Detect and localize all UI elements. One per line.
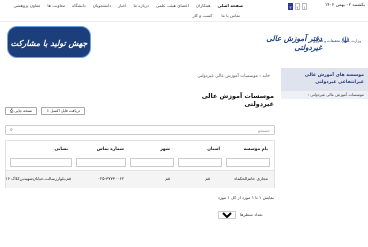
filter-phone[interactable]: [76, 158, 126, 167]
nav-home[interactable]: صفحه اصلی: [217, 3, 243, 8]
filter-name[interactable]: [226, 158, 270, 167]
cell-address: قم،بلوار‌رسالت،خیابان‌شهیدبن‌کلاک ۱۶: [5, 176, 71, 181]
nav-students[interactable]: دانشجویان: [93, 3, 111, 8]
search-placeholder: جستجو: [258, 128, 270, 133]
size-option-3[interactable]: ۳: [288, 3, 293, 10]
cell-province: قم: [205, 176, 210, 181]
page-size-control: تعداد سطرها ۱۰: [218, 210, 262, 219]
top-bar: یکشنبه ۰۲ بهمن ۱۴۰۲ ۳ ۲ ۱ صفحه اصلی همکا…: [0, 0, 368, 22]
current-date: یکشنبه ۰۲ بهمن ۱۴۰۲: [324, 3, 365, 8]
nav-faculty[interactable]: اعضای هیئت علمی: [156, 3, 189, 8]
font-size-switcher: ۳ ۲ ۱: [288, 3, 307, 10]
secondary-nav: تماس با ما کسب و کار: [193, 13, 240, 18]
sidebar-title[interactable]: موسسه های آموزش عالی غیرانتفاعی غیردولتی: [284, 72, 364, 86]
page-title: موسسات آموزش عالی غیردولتی: [201, 92, 274, 108]
paging-info: نمایش ۱ تا ۱ مورد از کل ۱ مورد: [217, 195, 274, 200]
size-option-2[interactable]: ۲: [295, 3, 300, 10]
filter-city[interactable]: [130, 158, 174, 167]
nav-contact[interactable]: تماس با ما: [221, 13, 240, 18]
header-province[interactable]: استان: [207, 147, 220, 152]
nav-business[interactable]: کسب و کار: [193, 13, 213, 18]
nav-about[interactable]: درباره ما: [133, 3, 148, 8]
institutes-table: نام موسسه استان شهر شماره تماس نشانی مجا…: [5, 140, 275, 188]
header-phone[interactable]: شماره تماس: [97, 147, 124, 152]
breadcrumb[interactable]: خانه › موسسات آموزش عالی غیردولتی: [190, 74, 270, 79]
nav-research[interactable]: معاون پژوهشی: [14, 3, 41, 8]
main-nav: صفحه اصلی همکاران اعضای هیئت علمی درباره…: [14, 3, 243, 8]
cell-phone: ۰۲۵-۳۷۷۳۰۰۶۲: [97, 176, 124, 181]
table-row[interactable]: مجازی خاتم‌الحکماء قم قم ۰۲۵-۳۷۷۳۰۰۶۲ قم…: [5, 170, 274, 188]
filter-province[interactable]: [178, 158, 222, 167]
nav-deputies[interactable]: معاونت ها: [47, 3, 65, 8]
filter-address[interactable]: [10, 158, 72, 167]
excel-download-button[interactable]: ⇩ دریافت فایل اکسل: [41, 107, 86, 115]
slogan-banner: جهش تولید با مشارکت مردم: [7, 26, 91, 80]
sidebar-item-institutes[interactable]: ‹ موسسات آموزش عالی غیردولتی: [281, 91, 368, 99]
header-name[interactable]: نام موسسه: [244, 147, 268, 152]
cell-name: مجازی خاتم‌الحکماء: [234, 176, 268, 181]
header-city[interactable]: شهر: [160, 147, 170, 152]
page-size-select[interactable]: ۱۰: [218, 210, 236, 219]
nav-colleagues[interactable]: همکاران: [196, 3, 210, 8]
size-option-1[interactable]: ۱: [302, 3, 307, 10]
nav-university[interactable]: دانشگاه: [72, 3, 86, 8]
cell-city: قم: [165, 176, 170, 181]
header-address[interactable]: نشانی: [54, 147, 68, 152]
search-icon: ⌕: [10, 127, 13, 133]
search-box[interactable]: ⌕ جستجو: [5, 125, 275, 135]
action-bar: ⎙ نسخه چاپی ⇩ دریافت فایل اکسل: [5, 107, 86, 115]
page-size-label: تعداد سطرها: [240, 212, 263, 217]
emblem-icon: ☫: [341, 36, 350, 46]
nav-news[interactable]: اخبار: [118, 3, 126, 8]
header-banner: جهش تولید با مشارکت مردم دفتر آموزش عالی…: [0, 22, 368, 80]
print-button[interactable]: ⎙ نسخه چاپی: [5, 107, 38, 115]
